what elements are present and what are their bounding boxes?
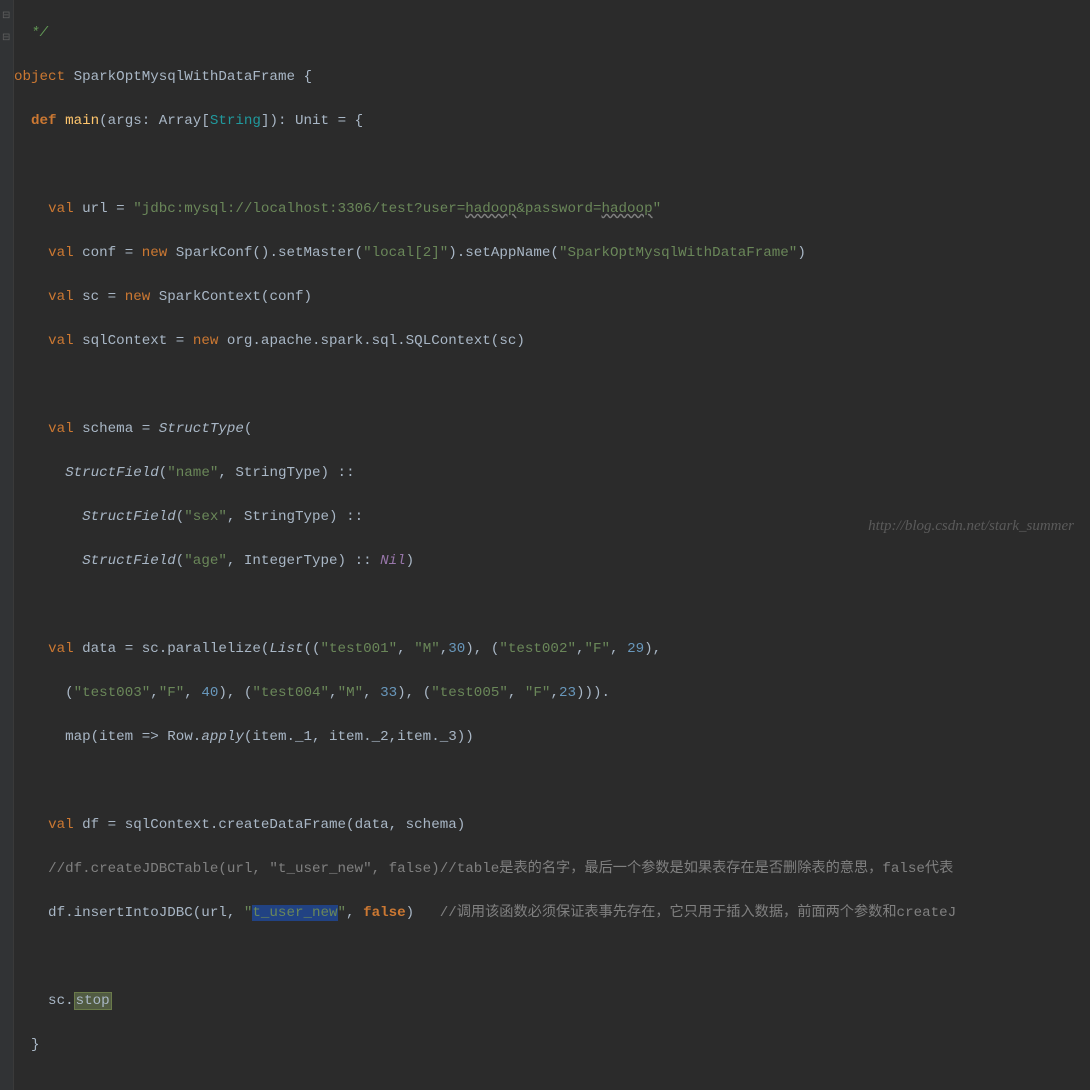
method-main: main xyxy=(65,113,99,129)
fold-marker[interactable]: ⊟ xyxy=(2,6,10,28)
highlighted-word: stop xyxy=(74,992,112,1010)
code-content[interactable]: */ object SparkOptMysqlWithDataFrame { d… xyxy=(0,0,1090,1090)
selected-text: t_user_new xyxy=(252,905,337,921)
keyword-object: object xyxy=(14,69,65,85)
object-name: SparkOptMysqlWithDataFrame xyxy=(74,69,295,85)
comment-line: //df.createJDBCTable(url, "t_user_new", … xyxy=(48,861,953,877)
watermark: http://blog.csdn.net/stark_summer xyxy=(868,515,1074,537)
editor-gutter: ⊟ ⊟ xyxy=(0,0,14,1090)
comment-end: */ xyxy=(14,25,48,41)
code-editor[interactable]: ⊟ ⊟ */ object SparkOptMysqlWithDataFrame… xyxy=(0,0,1090,1090)
fold-marker[interactable]: ⊟ xyxy=(2,28,10,50)
keyword-def: def xyxy=(31,113,57,129)
